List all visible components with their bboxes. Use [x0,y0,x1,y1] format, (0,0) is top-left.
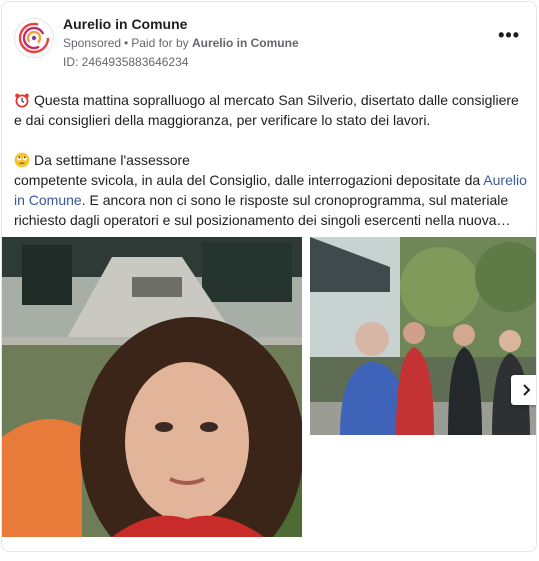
carousel-photo-group[interactable] [310,237,536,435]
more-options-icon[interactable]: ••• [498,26,520,44]
paragraph-2-text: competente svicola, in aula del Consigli… [14,172,484,188]
page-name-link[interactable]: Aurelio in Comune [63,16,187,32]
ad-post-card: Aurelio in Comune Sponsored • Paid for by … [1,1,537,552]
page-avatar[interactable] [14,18,54,58]
sponsored-meta: Sponsored • Paid for by Aurelio in Comune [63,36,299,50]
group-photo-image [310,237,536,435]
ad-id: ID: 2464935883646234 [63,55,189,69]
carousel-next-button[interactable] [511,375,536,405]
eye-roll-emoji-icon [14,152,30,168]
chevron-right-icon [523,384,531,396]
paid-by-link[interactable]: Aurelio in Comune [192,36,299,50]
paragraph-1-text: Questa mattina sopralluogo al mercato Sa… [14,92,519,128]
paragraph-1: Questa mattina sopralluogo al mercato Sa… [14,90,528,130]
paragraph-2-text-end: . E ancora non ci sono le risposte sul c… [14,192,511,228]
spiral-logo-icon [18,22,50,54]
paragraph-2: Da settimane l'assessore competente svic… [14,150,528,230]
selfie-photo-image [2,237,302,537]
separator-dot: • [124,36,129,50]
paid-prefix: Paid for by [131,36,189,50]
carousel-photo-selfie[interactable] [2,237,302,537]
sponsored-label: Sponsored [63,36,122,50]
post-body: Questa mattina sopralluogo al mercato Sa… [14,90,528,230]
alarm-clock-icon [15,93,29,108]
paragraph-2-line1: Da settimane l'assessore [34,152,190,168]
